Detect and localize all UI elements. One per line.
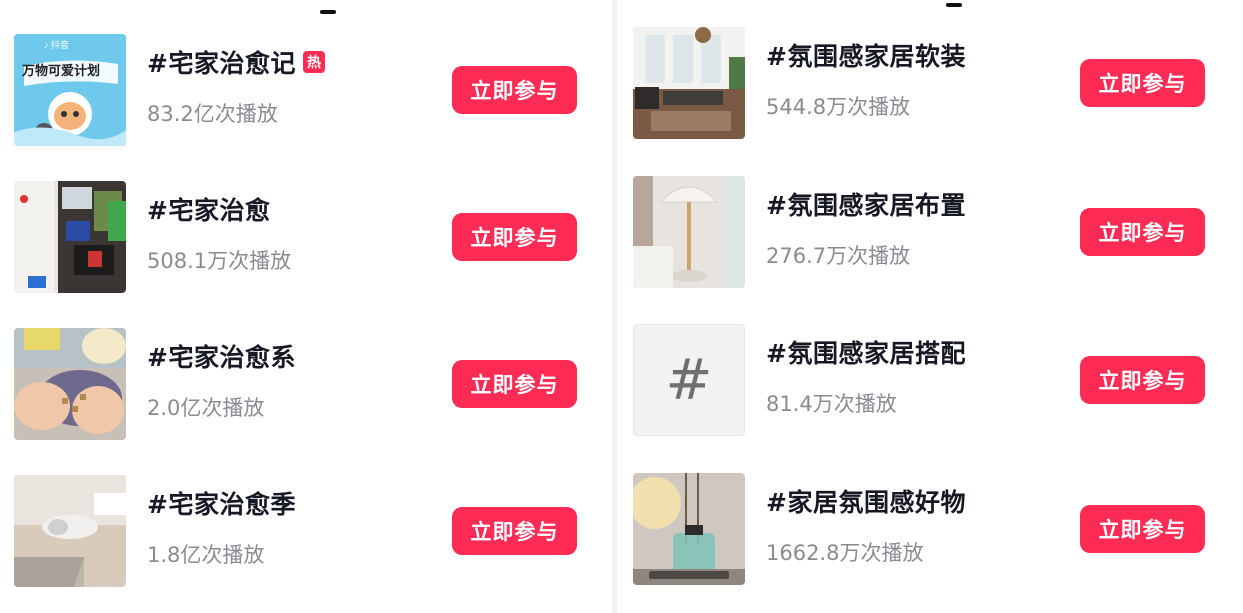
list-item[interactable]: #宅家治愈系 2.0亿次播放 立即参与 [14,328,604,440]
play-count: 81.4万次播放 [766,392,897,416]
hashtag-title-row: #氛围感家居搭配 [766,334,966,370]
thumbnail-caption: 万物可爱计划 [22,63,101,78]
svg-text:♪ 抖音: ♪ 抖音 [44,39,69,50]
thumbnail-image: ♪ 抖音 万物可爱计划 [14,34,126,146]
join-button[interactable]: 立即参与 [1080,208,1205,256]
drag-handle[interactable] [946,3,962,7]
hot-badge: 热 [302,51,325,73]
thumbnail-image [14,181,126,293]
hashtag-title-row: #宅家治愈系 [147,338,296,374]
thumbnail-caption-overlay [649,571,729,579]
hashtag-title-row: #氛围感家居布置 [766,186,966,222]
join-button[interactable]: 立即参与 [452,360,577,408]
drag-handle[interactable] [320,10,336,14]
list-item[interactable]: # #氛围感家居搭配 81.4万次播放 立即参与 [633,324,1233,436]
play-count: 544.8万次播放 [766,95,911,119]
play-count: 276.7万次播放 [766,244,911,268]
play-count: 508.1万次播放 [147,249,292,273]
hashtag-title-row: #宅家治愈 [147,191,270,227]
thumbnail-image [633,473,745,585]
join-button[interactable]: 立即参与 [452,213,577,261]
left-panel: ♪ 抖音 万物可爱计划 #宅家治愈记 热 83.2亿次播放 立即参与 #宅家治愈… [0,0,612,613]
hashtag-title-row: #宅家治愈季 [147,485,296,521]
join-button[interactable]: 立即参与 [452,66,577,114]
list-item[interactable]: ♪ 抖音 万物可爱计划 #宅家治愈记 热 83.2亿次播放 立即参与 [14,34,604,146]
join-button[interactable]: 立即参与 [1080,59,1205,107]
list-item[interactable]: #氛围感家居软装 544.8万次播放 立即参与 [633,27,1233,139]
thumbnail-image [633,176,745,288]
hashtag-title[interactable]: #宅家治愈季 [147,485,296,521]
play-count: 1.8亿次播放 [147,543,265,567]
hashtag-title-row: #宅家治愈记 热 [147,44,325,80]
hashtag-title[interactable]: #家居氛围感好物 [766,483,966,519]
list-item[interactable]: #宅家治愈季 1.8亿次播放 立即参与 [14,475,604,587]
thumbnail-image [633,27,745,139]
hashtag-title[interactable]: #宅家治愈系 [147,338,296,374]
thumbnail-placeholder: # [633,324,745,436]
hashtag-title[interactable]: #氛围感家居搭配 [766,334,966,370]
thumbnail-image [14,328,126,440]
list-item[interactable]: #家居氛围感好物 1662.8万次播放 立即参与 [633,473,1233,585]
right-panel: #氛围感家居软装 544.8万次播放 立即参与 #氛围感家居布置 276.7万次… [617,0,1243,613]
hashtag-title[interactable]: #宅家治愈 [147,191,270,227]
hashtag-title-row: #氛围感家居软装 [766,37,966,73]
hashtag-title[interactable]: #宅家治愈记 [147,44,296,80]
hashtag-icon: # [665,347,713,413]
hashtag-title[interactable]: #氛围感家居布置 [766,186,966,222]
hashtag-title[interactable]: #氛围感家居软装 [766,37,966,73]
play-count: 1662.8万次播放 [766,541,924,565]
join-button[interactable]: 立即参与 [452,507,577,555]
join-button[interactable]: 立即参与 [1080,505,1205,553]
list-item[interactable]: #宅家治愈 508.1万次播放 立即参与 [14,181,604,293]
hashtag-title-row: #家居氛围感好物 [766,483,966,519]
play-count: 2.0亿次播放 [147,396,265,420]
play-count: 83.2亿次播放 [147,102,278,126]
thumbnail-image [14,475,126,587]
join-button[interactable]: 立即参与 [1080,356,1205,404]
list-item[interactable]: #氛围感家居布置 276.7万次播放 立即参与 [633,176,1233,288]
